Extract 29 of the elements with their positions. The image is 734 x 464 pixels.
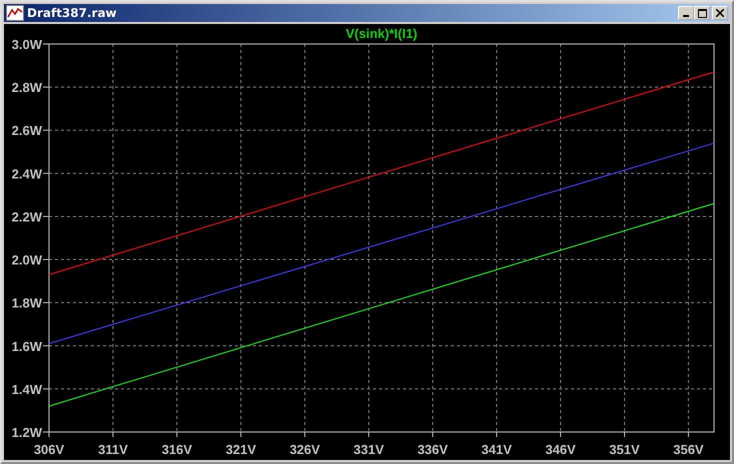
maximize-button[interactable]: [694, 6, 710, 20]
chart-title: V(sink)*I(I1): [346, 26, 418, 41]
y-tick-label: 3.0W: [12, 37, 42, 52]
x-tick-label: 321V: [226, 442, 256, 457]
x-tick-label: 351V: [609, 442, 640, 457]
close-button[interactable]: [712, 6, 728, 20]
y-tick-label: 2.8W: [12, 80, 42, 96]
y-tick-label: 1.6W: [12, 338, 42, 354]
x-tick-label: 316V: [162, 442, 192, 457]
x-tick-label: 356V: [673, 442, 704, 457]
y-tick-label: 1.2W: [12, 425, 42, 440]
x-tick-label: 331V: [354, 442, 384, 457]
x-tick-label: 341V: [481, 442, 512, 457]
y-tick-label: 1.4W: [12, 382, 42, 397]
x-tick-label: 336V: [417, 442, 448, 457]
minimize-button[interactable]: [678, 6, 694, 20]
x-tick-label: 346V: [545, 442, 576, 457]
y-tick-label: 1.8W: [12, 296, 42, 311]
y-tick-label: 2.2W: [12, 209, 42, 224]
maximize-icon: [698, 8, 706, 18]
x-tick-label: 326V: [290, 442, 320, 457]
x-tick-label: 311V: [98, 442, 128, 457]
y-tick-label: 2.0W: [12, 252, 42, 268]
y-tick-label: 2.6W: [12, 123, 42, 138]
close-icon: [716, 9, 724, 17]
y-tick-label: 2.4W: [12, 166, 42, 182]
x-tick-label: 306V: [34, 442, 64, 457]
window-title: Draft387.raw: [27, 6, 118, 20]
waveform-icon: [6, 5, 24, 21]
